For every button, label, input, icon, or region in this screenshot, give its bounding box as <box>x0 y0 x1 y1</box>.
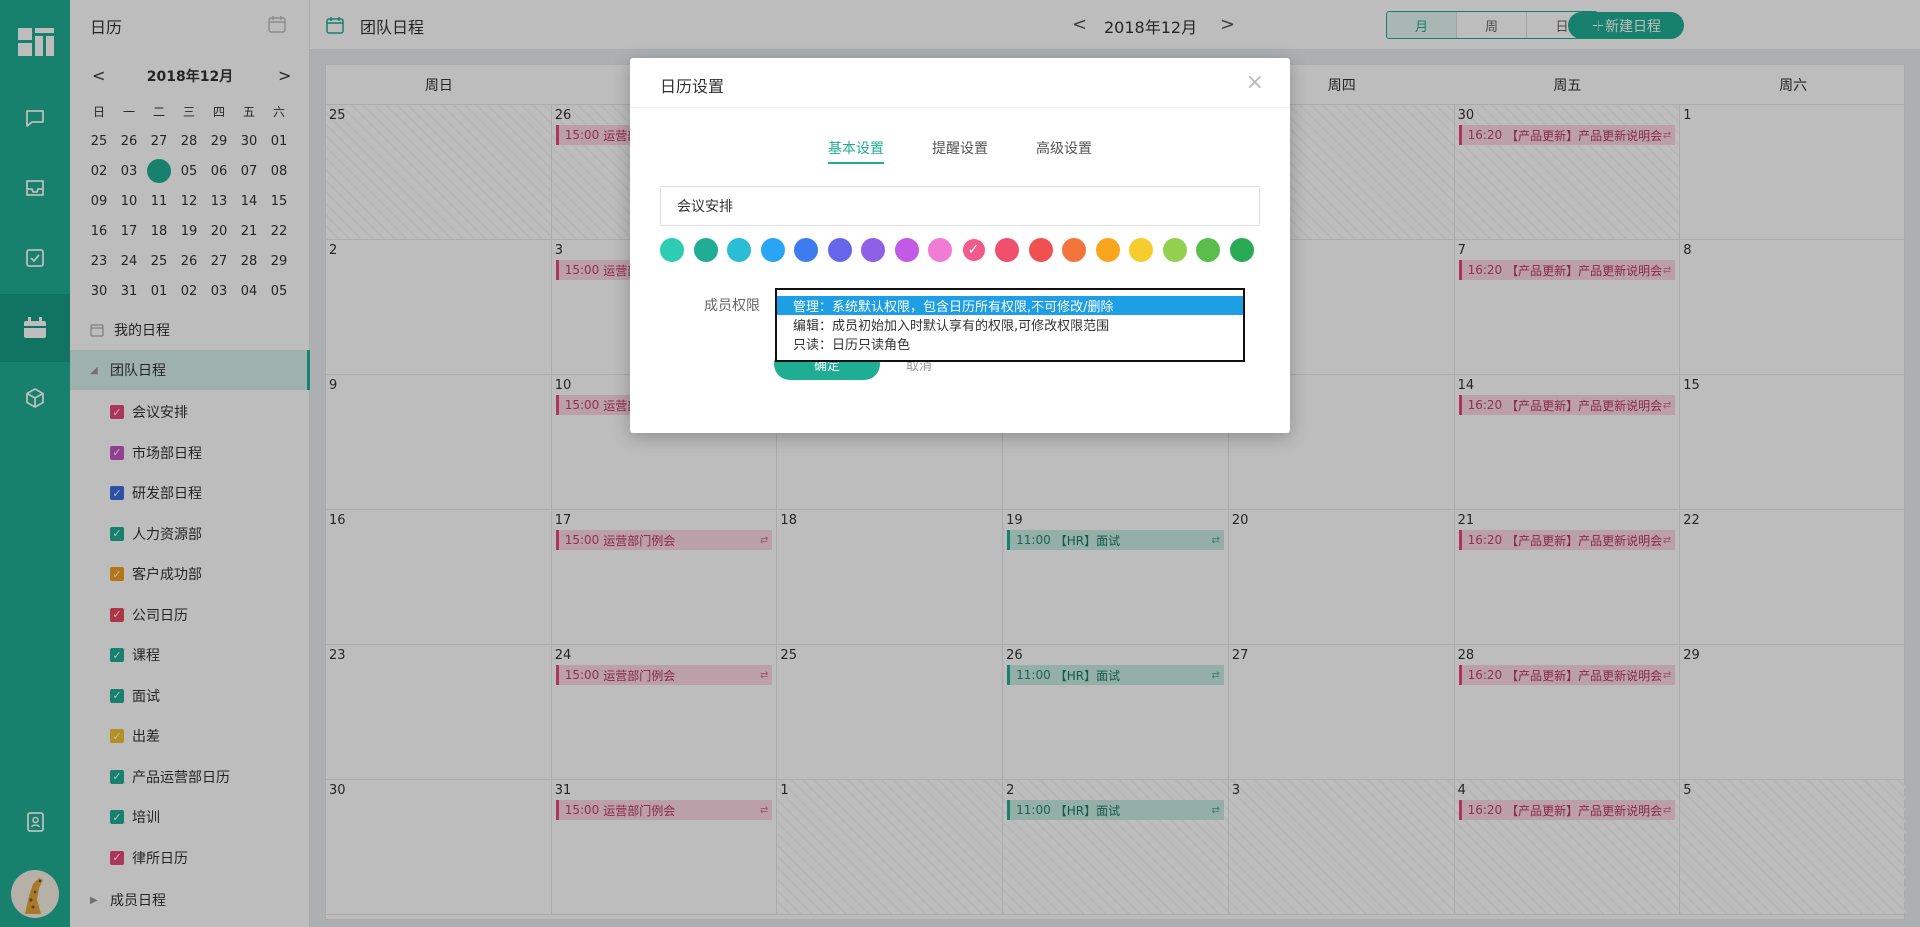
perm-option-readonly[interactable]: 只读：日历只读角色 <box>777 334 1243 353</box>
member-permission-label: 成员权限 <box>704 298 760 314</box>
color-swatch[interactable] <box>1129 238 1153 262</box>
color-swatch[interactable] <box>1196 238 1220 262</box>
tab-reminder-settings[interactable]: 提醒设置 <box>932 138 988 164</box>
perm-option-admin[interactable]: 管理：系统默认权限，包含日历所有权限,不可修改/删除 <box>777 296 1243 315</box>
color-swatch[interactable] <box>995 238 1019 262</box>
calendar-settings-dialog: 日历设置 × 基本设置 提醒设置 高级设置 会议安排 ✓ 成员权限 确定 取消 … <box>630 58 1290 433</box>
dialog-header: 日历设置 × <box>630 58 1290 108</box>
color-swatch[interactable] <box>1229 238 1254 262</box>
calendar-name-input[interactable]: 会议安排 <box>660 186 1260 226</box>
color-swatch[interactable] <box>928 238 952 262</box>
color-swatch[interactable] <box>794 238 818 262</box>
dialog-title: 日历设置 <box>660 77 725 96</box>
color-swatch[interactable] <box>1028 238 1053 262</box>
perm-option-edit[interactable]: 编辑：成员初始加入时默认享有的权限,可修改权限范围 <box>777 315 1243 334</box>
color-picker: ✓ <box>660 238 1254 262</box>
settings-tabs: 基本设置 提醒设置 高级设置 <box>630 138 1290 164</box>
member-permission-dropdown[interactable]: 管理：系统默认权限，包含日历所有权限,不可修改/删除 编辑：成员初始加入时默认享… <box>775 288 1245 362</box>
tab-basic-settings[interactable]: 基本设置 <box>828 138 884 164</box>
color-swatch[interactable] <box>760 238 785 262</box>
color-swatch[interactable] <box>1095 238 1120 262</box>
color-swatch[interactable] <box>727 238 751 262</box>
close-icon[interactable]: × <box>1246 70 1264 95</box>
color-swatch[interactable] <box>660 238 684 262</box>
tab-advanced-settings[interactable]: 高级设置 <box>1036 138 1092 164</box>
color-swatch[interactable] <box>693 238 718 262</box>
color-swatch[interactable] <box>1062 238 1086 262</box>
color-swatch-selected[interactable]: ✓ <box>961 238 986 262</box>
color-swatch[interactable] <box>1162 238 1187 262</box>
color-swatch[interactable] <box>894 238 919 262</box>
color-swatch[interactable] <box>827 238 852 262</box>
color-swatch[interactable] <box>861 238 885 262</box>
